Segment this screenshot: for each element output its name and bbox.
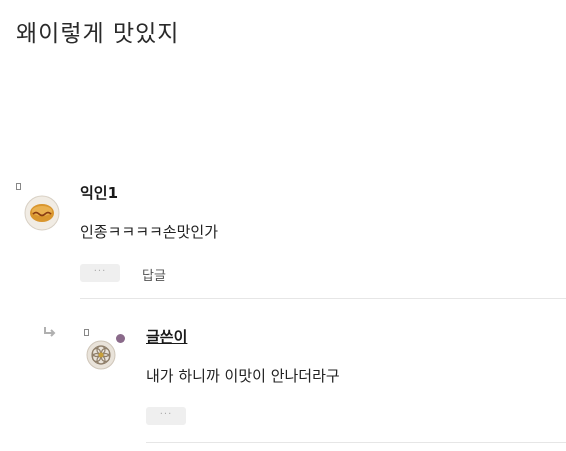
more-options-button[interactable]: ··· xyxy=(146,407,186,425)
comment-divider xyxy=(146,442,566,443)
avatar-image xyxy=(86,340,116,370)
checkbox-icon[interactable] xyxy=(16,183,21,190)
comment-text: 내가 하니까 이맛이 안나더라구 xyxy=(146,367,340,385)
comment-nickname[interactable]: 익인1 xyxy=(80,182,118,203)
comment-nickname[interactable]: 글쓴이 xyxy=(146,326,187,347)
more-options-button[interactable]: ··· xyxy=(80,264,120,282)
comment-text: 인종ㅋㅋㅋㅋ손맛인가 xyxy=(80,223,219,241)
avatar[interactable] xyxy=(86,340,116,370)
avatar-image xyxy=(24,195,60,231)
post-body-text: 왜이렇게 맛있지 xyxy=(16,21,180,47)
reply-link[interactable]: 답글 xyxy=(142,265,166,284)
reply-arrow-icon xyxy=(44,327,56,337)
avatar[interactable] xyxy=(24,195,60,231)
comment-divider xyxy=(80,298,566,299)
writer-badge-icon xyxy=(116,334,125,343)
checkbox-icon[interactable] xyxy=(84,329,89,336)
